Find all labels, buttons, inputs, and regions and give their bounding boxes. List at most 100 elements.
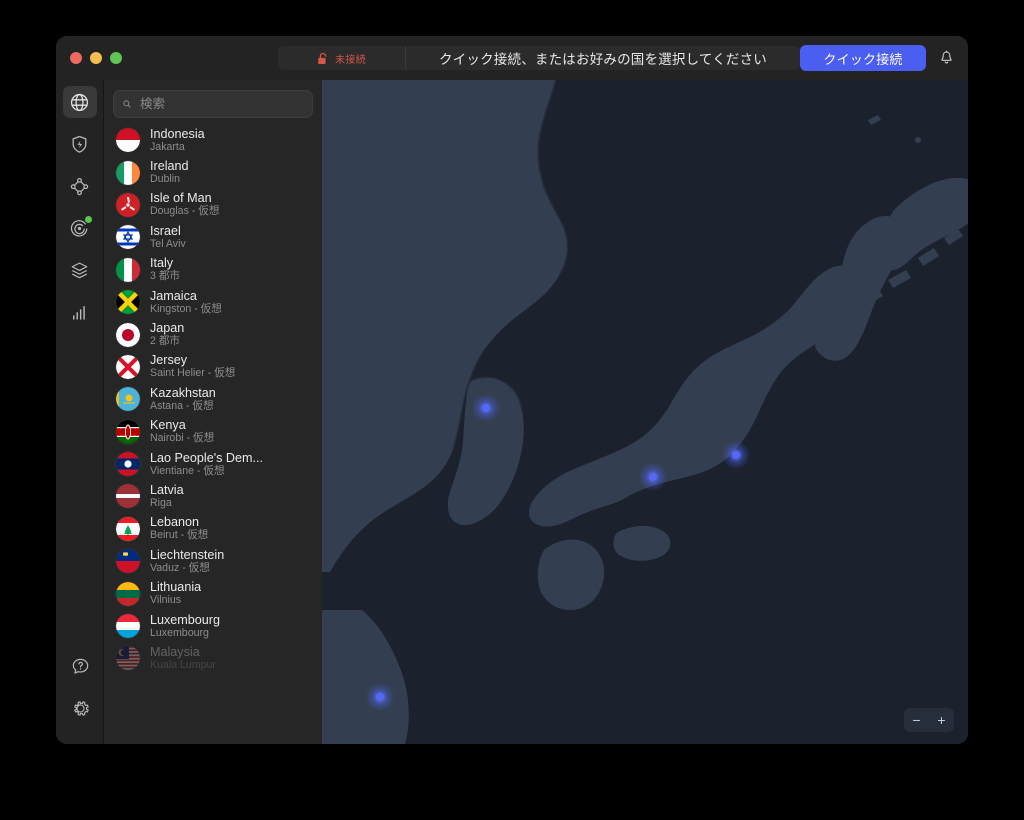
list-item[interactable]: Malaysia Kuala Lumpur xyxy=(104,642,322,674)
flag-icon xyxy=(116,419,140,444)
list-item[interactable]: Latvia Riga xyxy=(104,480,322,512)
status-badge xyxy=(84,216,92,223)
shield-bolt-icon xyxy=(72,135,87,153)
country-subtitle: Luxembourg xyxy=(150,626,209,639)
flag-icon xyxy=(116,387,140,412)
close-button[interactable] xyxy=(70,52,82,64)
country-subtitle: Vientiane - 仮想 xyxy=(150,464,225,477)
rail-item-layers[interactable] xyxy=(63,254,97,286)
marker-dot xyxy=(732,451,740,459)
list-item-text: Lebanon Beirut - 仮想 xyxy=(150,515,208,542)
country-name: Israel xyxy=(150,223,181,238)
country-subtitle: 3 都市 xyxy=(150,270,181,283)
country-subtitle: Astana - 仮想 xyxy=(150,399,214,412)
country-list[interactable]: Indonesia Jakarta Ireland Dublin Isle of Man… xyxy=(104,124,322,744)
traffic-lights xyxy=(56,52,122,64)
list-item[interactable]: Jamaica Kingston - 仮想 xyxy=(104,286,322,318)
rail-item-settings[interactable] xyxy=(63,692,97,724)
country-subtitle: Tel Aviv xyxy=(150,237,186,250)
list-item-text: Kazakhstan Astana - 仮想 xyxy=(150,386,216,413)
rail-item-protection[interactable] xyxy=(63,128,97,160)
country-name: Lebanon xyxy=(150,515,200,530)
tokyo-marker[interactable] xyxy=(722,441,750,469)
country-subtitle: Kingston - 仮想 xyxy=(150,302,222,315)
country-name: Latvia xyxy=(150,483,184,497)
country-name: Isle of Man xyxy=(150,191,212,206)
country-name: Indonesia xyxy=(150,126,205,141)
rail-item-threat-protection[interactable] xyxy=(63,212,97,244)
app-window: 未接続 クイック接続、またはお好みの国を選択してください クイック接続 検索 I… xyxy=(56,36,968,744)
country-name: Kenya xyxy=(150,418,186,433)
marker-dot xyxy=(376,693,384,701)
bell-icon xyxy=(940,50,952,64)
map-zoom-controls: − + xyxy=(904,708,954,732)
globe-icon xyxy=(70,93,89,111)
flag-icon xyxy=(116,128,140,153)
flag-icon xyxy=(116,581,140,606)
marker-dot xyxy=(649,473,657,481)
list-item-text: Luxembourg Luxembourg xyxy=(150,613,220,640)
country-subtitle: Kuala Lumpur xyxy=(150,658,216,671)
layers-icon xyxy=(71,262,88,278)
maximize-button[interactable] xyxy=(110,52,122,64)
map-landmass xyxy=(322,80,968,744)
minimize-button[interactable] xyxy=(90,52,102,64)
flag-icon xyxy=(116,484,140,509)
list-item-text: Kenya Nairobi - 仮想 xyxy=(150,418,214,445)
list-item[interactable]: Kenya Nairobi - 仮想 xyxy=(104,416,322,448)
list-item[interactable]: Italy 3 都市 xyxy=(104,254,322,286)
country-name: Jamaica xyxy=(150,288,197,303)
search-box[interactable] xyxy=(113,90,313,118)
osaka-marker[interactable] xyxy=(639,463,667,491)
country-name: Jersey xyxy=(150,353,188,368)
list-item[interactable]: Luxembourg Luxembourg xyxy=(104,610,322,642)
map-canvas[interactable]: − + xyxy=(322,80,968,744)
country-name: Lao People's Dem... xyxy=(150,450,264,465)
unlock-icon xyxy=(318,52,327,64)
seoul-marker[interactable] xyxy=(472,394,500,422)
list-item[interactable]: Liechtenstein Vaduz - 仮想 xyxy=(104,545,322,577)
country-name: Malaysia xyxy=(150,644,200,659)
list-item[interactable]: Japan 2 都市 xyxy=(104,318,322,350)
list-item-text: Indonesia Jakarta xyxy=(150,127,205,154)
list-item[interactable]: Jersey Saint Helier - 仮想 xyxy=(104,351,322,383)
list-item[interactable]: Lithuania Vilnius xyxy=(104,577,322,609)
titlebar: 未接続 クイック接続、またはお好みの国を選択してください クイック接続 xyxy=(56,36,968,80)
rail-item-meshnet[interactable] xyxy=(63,170,97,202)
okinawa-marker[interactable] xyxy=(366,683,394,711)
country-subtitle: Nairobi - 仮想 xyxy=(150,432,215,445)
list-item-text: Liechtenstein Vaduz - 仮想 xyxy=(150,548,224,575)
list-item[interactable]: Isle of Man Douglas - 仮想 xyxy=(104,189,322,221)
country-subtitle: Vaduz - 仮想 xyxy=(150,561,210,574)
quick-connect-button[interactable]: クイック接続 xyxy=(800,45,926,71)
list-item[interactable]: Lao People's Dem... Vientiane - 仮想 xyxy=(104,448,322,480)
rail-top-group xyxy=(56,80,103,328)
rail-item-help[interactable] xyxy=(63,650,97,682)
search-input[interactable] xyxy=(138,96,303,112)
connection-status-label: 未接続 xyxy=(335,54,366,66)
zoom-in-button[interactable]: + xyxy=(929,708,954,732)
bar-chart-icon xyxy=(73,305,85,320)
search-icon xyxy=(123,100,131,108)
rail-item-statistics[interactable] xyxy=(63,296,97,328)
list-item[interactable]: Kazakhstan Astana - 仮想 xyxy=(104,383,322,415)
flag-icon xyxy=(116,160,140,185)
country-list-panel: IndonesiaJakarta IrelandDublin Isle of Man… xyxy=(104,80,322,744)
flag-icon xyxy=(116,452,140,477)
zoom-out-button[interactable]: − xyxy=(904,708,929,732)
rail-item-locations[interactable] xyxy=(62,86,97,118)
list-item[interactable]: Israel Tel Aviv xyxy=(104,221,322,253)
country-name: Luxembourg xyxy=(150,612,221,627)
list-item-text: Israel Tel Aviv xyxy=(150,224,186,251)
flag-icon xyxy=(116,549,140,574)
country-subtitle: Dublin xyxy=(150,173,181,186)
list-item-text: Isle of Man Douglas - 仮想 xyxy=(150,191,219,218)
flag-icon xyxy=(116,192,140,217)
notifications-button[interactable] xyxy=(934,46,958,70)
country-name: Italy xyxy=(150,256,174,271)
list-item[interactable]: Indonesia Jakarta xyxy=(104,124,322,156)
list-item-text: Japan 2 都市 xyxy=(150,321,184,348)
country-subtitle: Riga xyxy=(150,497,172,509)
list-item[interactable]: Ireland Dublin xyxy=(104,156,322,188)
list-item[interactable]: Lebanon Beirut - 仮想 xyxy=(104,513,322,545)
